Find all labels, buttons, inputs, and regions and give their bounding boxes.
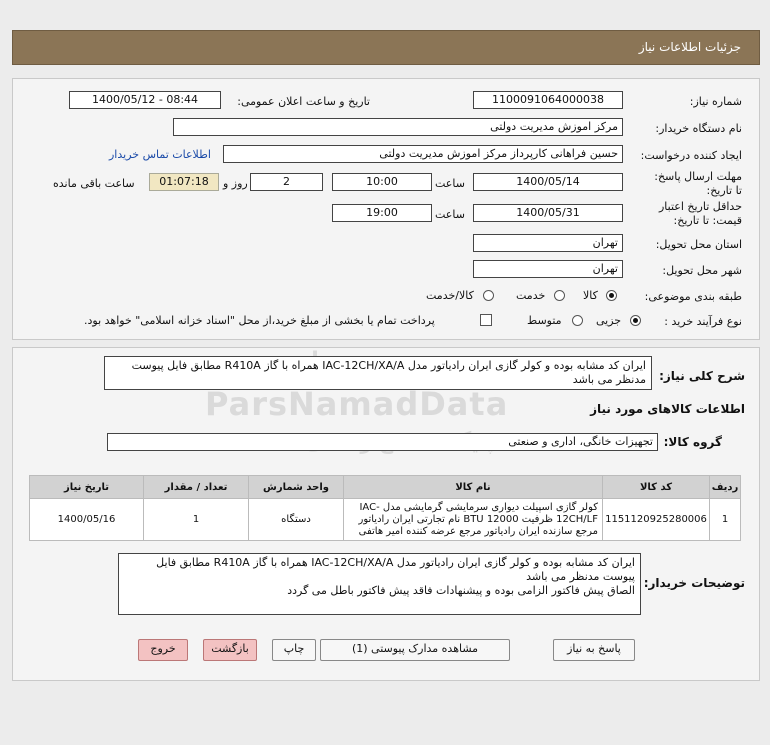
exit-button[interactable]: خروج (138, 639, 188, 661)
page-title: جزئیات اطلاعات نیاز (638, 40, 741, 54)
attachments-button[interactable]: مشاهده مدارک پیوستی (1) (320, 639, 510, 661)
reply-button[interactable]: پاسخ به نیاز (553, 639, 635, 661)
col-qty: تعداد / مقدار (143, 475, 249, 499)
creator-field: حسین فراهانی کارپرداز مرکز اموزش مدیریت … (223, 145, 623, 163)
table-header-row: ردیف کد کالا نام کالا واحد شمارش تعداد /… (29, 475, 741, 499)
cell-name: کولر گازی اسپیلت دیواری سرمایشی گرمایشی … (343, 498, 603, 541)
need-summary-label: شرح کلی نیاز: (659, 369, 745, 383)
deadline-time-label: ساعت (435, 177, 465, 190)
category-radio-goods-service[interactable] (483, 290, 494, 301)
back-button[interactable]: بازگشت (203, 639, 257, 661)
cell-qty: 1 (143, 498, 249, 541)
buyer-notes-label: توضیحات خریدار: (643, 576, 745, 590)
buyer-notes-box: ایران کد مشابه بوده و کولر گازی ایران را… (118, 553, 641, 615)
validity-date-field: 1400/05/31 (473, 204, 623, 222)
category-option-goods: کالا (583, 289, 598, 302)
announce-field: 1400/05/12 - 08:44 (69, 91, 221, 109)
process-option-medium: متوسط (527, 314, 562, 327)
remaining-label: ساعت باقی مانده (53, 177, 135, 190)
col-unit: واحد شمارش (248, 475, 344, 499)
province-label: استان محل تحویل: (655, 238, 742, 251)
process-option-minor: جزیی (596, 314, 622, 327)
category-radio-service[interactable] (554, 290, 565, 301)
deadline-date-field: 1400/05/14 (473, 173, 623, 191)
category-radio-goods[interactable] (606, 290, 617, 301)
col-code: کد کالا (602, 475, 710, 499)
validity-label: حداقل تاریخ اعتبار قیمت: تا تاریخ: (658, 200, 742, 227)
remaining-timer: 01:07:18 (149, 173, 219, 191)
payment-note: پرداخت تمام یا بخشی از مبلغ خرید،از محل … (84, 314, 435, 327)
announce-label: تاریخ و ساعت اعلان عمومی: (237, 95, 370, 108)
table-row: 1 1151120925280006 کولر گازی اسپیلت دیوا… (29, 498, 741, 541)
print-button[interactable]: چاپ (272, 639, 316, 661)
need-summary-box: ایران کد مشابه بوده و کولر گازی ایران را… (104, 356, 652, 390)
process-radio-medium[interactable] (572, 315, 583, 326)
buyer-org-field: مرکز اموزش مدیریت دولتی (173, 118, 623, 136)
col-date: تاریخ نیاز (29, 475, 144, 499)
validity-time-label: ساعت (435, 208, 465, 221)
buyer-contact-link[interactable]: اطلاعات تماس خریدار (109, 148, 211, 161)
process-label: نوع فرآیند خرید : (664, 315, 742, 328)
process-radio-minor[interactable] (630, 315, 641, 326)
category-label: طبقه بندی موضوعی: (644, 290, 742, 303)
cell-code: 1151120925280006 (602, 498, 710, 541)
items-heading: اطلاعات کالاهای مورد نیاز (590, 402, 745, 416)
city-field: تهران (473, 260, 623, 278)
goods-group-field: تجهیزات خانگی، اداری و صنعتی (107, 433, 658, 451)
creator-label: ایجاد کننده درخواست: (640, 149, 742, 162)
page-header: جزئیات اطلاعات نیاز (12, 30, 760, 65)
deadline-time-field: 10:00 (332, 173, 432, 191)
cell-row: 1 (709, 498, 741, 541)
days-field: 2 (250, 173, 323, 191)
deadline-label: مهلت ارسال پاسخ: تا تاریخ: (654, 170, 742, 197)
province-field: تهران (473, 234, 623, 252)
category-option-service: خدمت (516, 289, 546, 302)
cell-date: 1400/05/16 (29, 498, 144, 541)
items-table: ردیف کد کالا نام کالا واحد شمارش تعداد /… (29, 475, 741, 541)
treasury-checkbox[interactable] (480, 314, 492, 326)
city-label: شهر محل تحویل: (662, 264, 742, 277)
need-number-field: 1100091064000038 (473, 91, 623, 109)
col-name: نام کالا (343, 475, 603, 499)
cell-unit: دستگاه (248, 498, 344, 541)
need-number-label: شماره نیاز: (689, 95, 742, 108)
validity-time-field: 19:00 (332, 204, 432, 222)
col-row: ردیف (709, 475, 741, 499)
goods-group-label: گروه کالا: (663, 435, 722, 449)
buyer-org-label: نام دستگاه خریدار: (655, 122, 742, 135)
days-label: روز و (223, 177, 248, 190)
category-option-goods-service: کالا/خدمت (426, 289, 474, 302)
